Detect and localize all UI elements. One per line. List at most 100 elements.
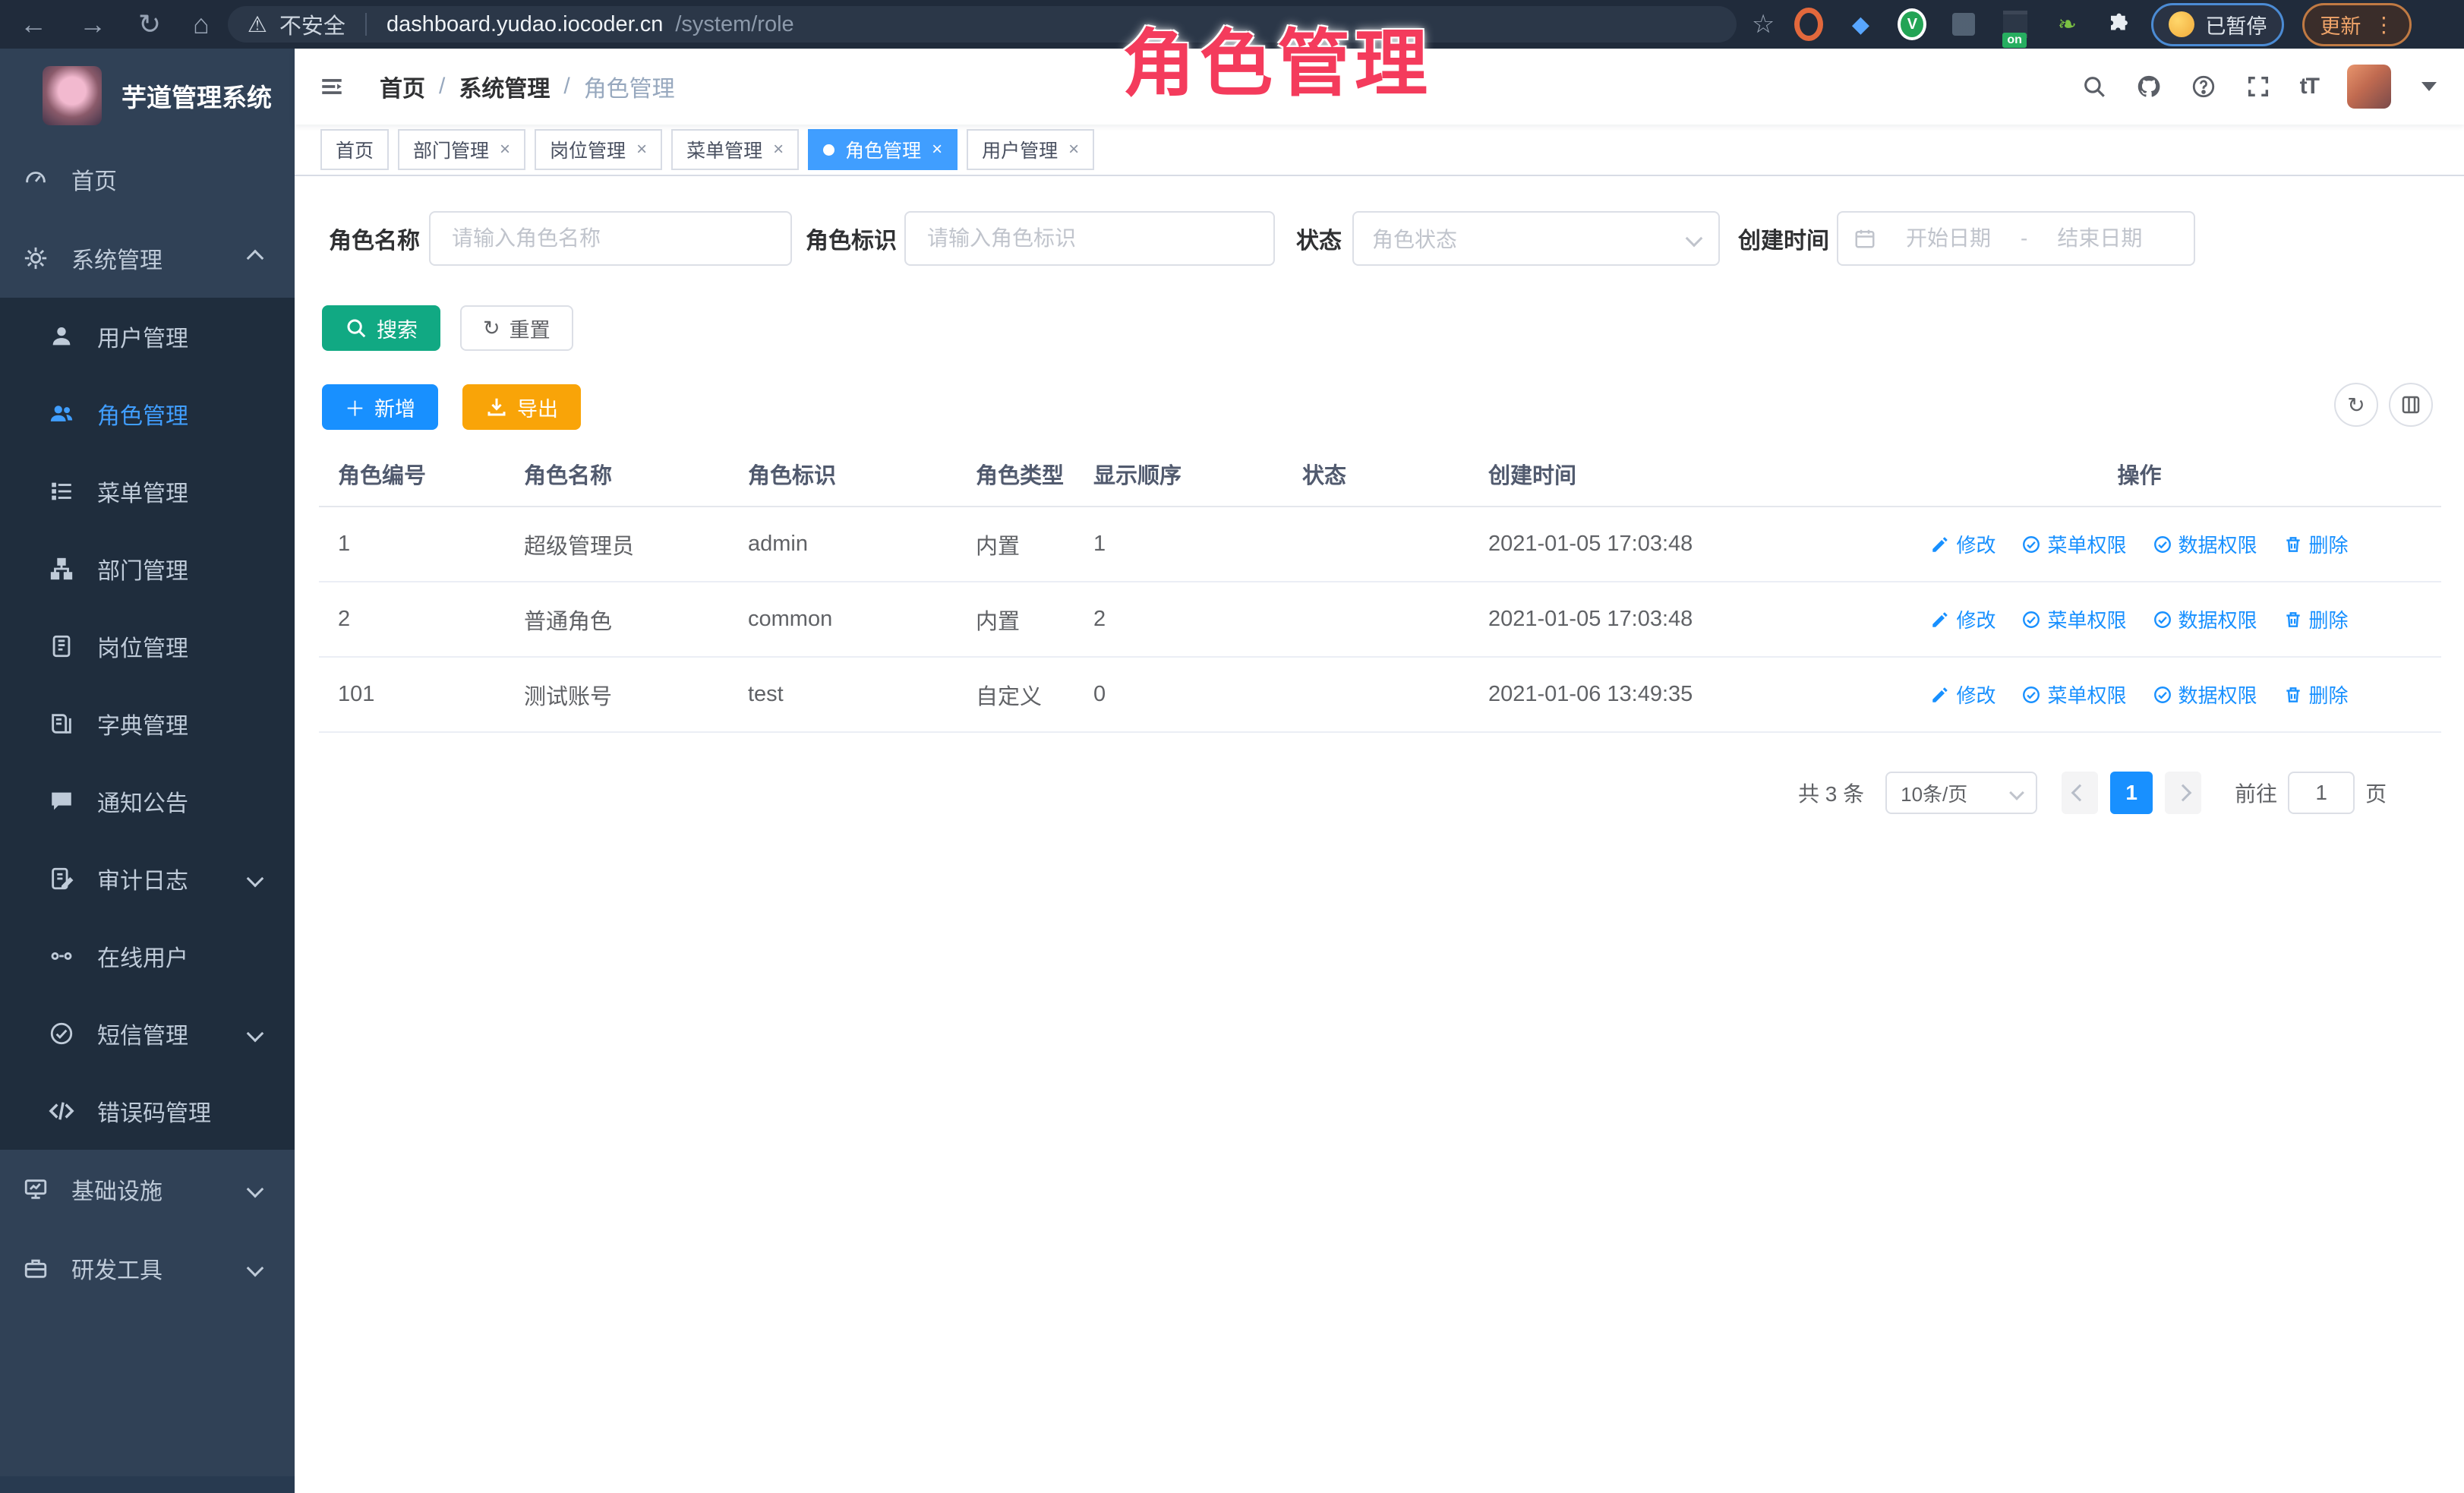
book-icon	[49, 711, 74, 737]
users-icon	[49, 401, 74, 427]
close-icon[interactable]: ×	[773, 139, 784, 160]
start-date-input[interactable]	[1890, 226, 2007, 251]
refresh-icon[interactable]: ↻	[2334, 383, 2378, 427]
leaf-extension-icon[interactable]: ❧	[2052, 10, 2081, 39]
sidebar-item-dev-tools[interactable]: 研发工具	[0, 1229, 295, 1308]
tab-posts[interactable]: 岗位管理×	[535, 129, 662, 170]
fullscreen-icon[interactable]	[2245, 74, 2271, 99]
security-label[interactable]: 不安全	[279, 8, 345, 40]
target-extension-icon[interactable]	[1794, 10, 1823, 39]
breadcrumb-system[interactable]: 系统管理	[459, 70, 550, 103]
app-title: 芋道管理系统	[121, 77, 272, 114]
data-permission-link[interactable]: 数据权限	[2153, 530, 2257, 558]
search-icon[interactable]	[2081, 74, 2107, 99]
add-button[interactable]: ＋ 新增	[322, 384, 438, 430]
update-button[interactable]: 更新 ⋮	[2302, 3, 2412, 46]
adblock-extension-icon[interactable]: on	[2001, 10, 2030, 39]
menu-permission-link[interactable]: 菜单权限	[2021, 605, 2126, 633]
columns-icon	[2399, 393, 2422, 416]
forward-icon[interactable]: →	[79, 8, 106, 40]
sidebar-item-posts[interactable]: 岗位管理	[0, 608, 295, 685]
delete-link[interactable]: 删除	[2283, 605, 2349, 633]
dashboard-icon	[23, 166, 49, 192]
current-page[interactable]: 1	[2110, 772, 2153, 814]
sidebar-item-departments[interactable]: 部门管理	[0, 530, 295, 608]
goto-page-input[interactable]	[2288, 772, 2355, 814]
home-icon[interactable]: ⌂	[193, 8, 210, 40]
menu-permission-link[interactable]: 菜单权限	[2021, 680, 2126, 709]
status-select[interactable]: 角色状态	[1352, 211, 1720, 266]
github-icon[interactable]	[2136, 74, 2162, 99]
export-button[interactable]: 导出	[462, 384, 581, 430]
close-icon[interactable]: ×	[636, 139, 647, 160]
hamburger-icon[interactable]	[295, 74, 345, 99]
sidebar-item-audit-log[interactable]: 审计日志	[0, 840, 295, 917]
menu-permission-link[interactable]: 菜单权限	[2021, 530, 2126, 558]
help-icon[interactable]	[2191, 74, 2216, 99]
grid-extension-icon[interactable]	[1949, 10, 1978, 39]
avatar[interactable]	[2347, 65, 2391, 109]
sidebar-item-dictionary[interactable]: 字典管理	[0, 685, 295, 762]
delete-link[interactable]: 删除	[2283, 680, 2349, 709]
search-button[interactable]: 搜索	[322, 305, 440, 351]
column-settings-icon[interactable]	[2389, 383, 2433, 427]
browser-toolbar: ← → ↻ ⌂ ⚠ 不安全 dashboard.yudao.iocoder.cn…	[0, 0, 2464, 49]
breadcrumb-home[interactable]: 首页	[380, 70, 425, 103]
green-extension-icon[interactable]: V	[1898, 10, 1926, 39]
reload-icon[interactable]: ↻	[138, 8, 161, 40]
sidebar-item-roles[interactable]: 角色管理	[0, 375, 295, 453]
sidebar-item-error-codes[interactable]: 错误码管理	[0, 1072, 295, 1150]
address-bar[interactable]: ⚠ 不安全 dashboard.yudao.iocoder.cn/system/…	[228, 6, 1737, 43]
gem-extension-icon[interactable]: ◆	[1846, 10, 1875, 39]
tab-users[interactable]: 用户管理×	[967, 129, 1094, 170]
tab-roles-active[interactable]: 角色管理×	[808, 129, 958, 170]
role-key-input[interactable]	[904, 211, 1275, 266]
logo-image	[43, 66, 102, 125]
chevron-down-icon	[2009, 785, 2024, 800]
date-range-picker[interactable]: -	[1837, 211, 2195, 266]
sidebar-item-sms[interactable]: 短信管理	[0, 995, 295, 1072]
end-date-input[interactable]	[2041, 226, 2158, 251]
edit-link[interactable]: 修改	[1930, 680, 1995, 709]
role-id: 1	[319, 532, 524, 557]
sidebar-item-home[interactable]: 首页	[0, 140, 295, 219]
check-circle-icon	[2153, 610, 2172, 630]
page-size-select[interactable]: 10条/页	[1885, 772, 2037, 814]
kebab-menu-icon[interactable]: ⋮	[2373, 12, 2394, 37]
edit-link[interactable]: 修改	[1930, 530, 1995, 558]
delete-link[interactable]: 删除	[2283, 530, 2349, 558]
data-permission-link[interactable]: 数据权限	[2153, 680, 2257, 709]
data-permission-link[interactable]: 数据权限	[2153, 605, 2257, 633]
paused-label: 已暂停	[2205, 10, 2267, 39]
edit-link[interactable]: 修改	[1930, 605, 1995, 633]
sidebar-item-notices[interactable]: 通知公告	[0, 762, 295, 840]
prev-page-button[interactable]	[2062, 772, 2098, 814]
list-icon	[49, 478, 74, 504]
sidebar-item-system[interactable]: 系统管理	[0, 219, 295, 298]
next-page-button[interactable]	[2165, 772, 2201, 814]
navbar-right: tT	[2081, 65, 2464, 109]
puzzle-extensions-icon[interactable]	[2104, 10, 2133, 39]
caret-down-icon[interactable]	[2421, 82, 2437, 91]
tab-departments[interactable]: 部门管理×	[398, 129, 525, 170]
close-icon[interactable]: ×	[1068, 139, 1079, 160]
sidebar-item-infrastructure[interactable]: 基础设施	[0, 1150, 295, 1229]
chevron-down-icon	[247, 870, 264, 888]
tab-menus[interactable]: 菜单管理×	[671, 129, 799, 170]
back-icon[interactable]: ←	[20, 8, 47, 40]
bookmark-star-icon[interactable]: ☆	[1752, 9, 1775, 39]
reset-button[interactable]: ↻ 重置	[460, 305, 573, 351]
role-name-input[interactable]	[429, 211, 792, 266]
sidebar-item-online-users[interactable]: 在线用户	[0, 917, 295, 995]
sidebar-item-menus[interactable]: 菜单管理	[0, 453, 295, 530]
font-size-icon[interactable]: tT	[2300, 74, 2318, 99]
profile-paused-pill[interactable]: 已暂停	[2151, 3, 2284, 46]
download-icon	[485, 396, 508, 418]
url-host: dashboard.yudao.iocoder.cn	[386, 12, 663, 37]
close-icon[interactable]: ×	[932, 139, 942, 160]
sidebar-item-users[interactable]: 用户管理	[0, 298, 295, 375]
close-icon[interactable]: ×	[500, 139, 510, 160]
table-row: 101 测试账号 test 自定义 0 2021-01-06 13:49:35 …	[319, 658, 2441, 733]
tab-home[interactable]: 首页	[320, 129, 389, 170]
row-actions: 修改 菜单权限 数据权限 删除	[1838, 530, 2441, 558]
